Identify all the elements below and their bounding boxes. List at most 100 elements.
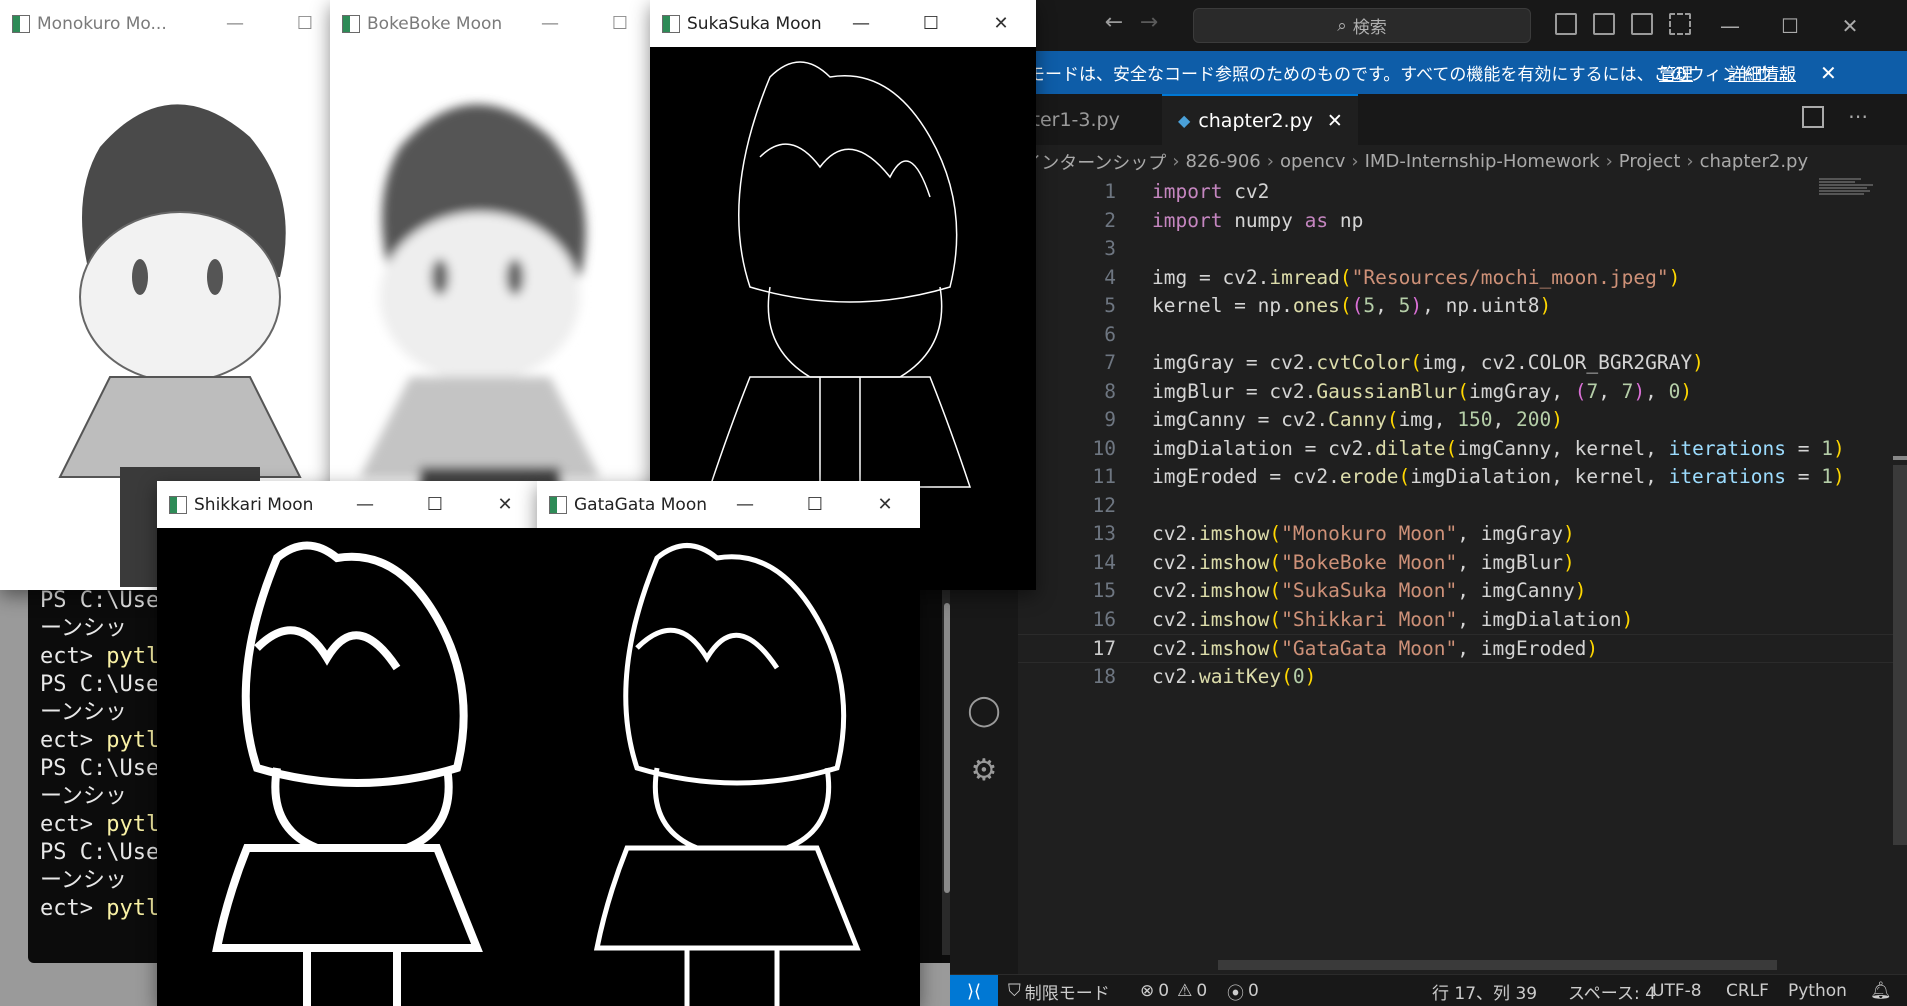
gear-icon[interactable]: ⚙ — [965, 753, 1003, 791]
status-bar: ⟩⟨ ⛉ 制限モード ⊗ 0 ⚠ 0 ⦿ 0 行 17、列 39 スペース: 4… — [950, 974, 1907, 1006]
vscode-window: ☰ ← → ⌕ 検索 — ☐ ✕ モードは、安全なコード参照のためのものです。す… — [950, 0, 1907, 1006]
minimap[interactable] — [1819, 178, 1879, 218]
code-line[interactable]: 8 imgBlur = cv2.GaussianBlur(imgGray, (7,… — [1018, 378, 1907, 407]
code-line[interactable]: 9 imgCanny = cv2.Canny(img, 150, 200) — [1018, 406, 1907, 435]
code-line[interactable]: 13 cv2.imshow("Monokuro Moon", imgGray) — [1018, 520, 1907, 549]
close-button[interactable]: ✕ — [966, 0, 1036, 47]
code-line[interactable]: 15 cv2.imshow("SukaSuka Moon", imgCanny) — [1018, 577, 1907, 606]
breadcrumb-item[interactable]: 826-906 — [1186, 151, 1261, 172]
python-file-icon: ◆ — [1178, 111, 1191, 130]
toggle-primary-sidebar-icon[interactable] — [1555, 13, 1577, 35]
terminal-line: ーンシッ — [40, 868, 127, 893]
notifications-bell-icon[interactable]: 🔔︎ — [1870, 975, 1892, 1006]
code-text: imgDialation = cv2.dilate(imgCanny, kern… — [1152, 436, 1845, 460]
maximize-button[interactable]: ☐ — [896, 0, 966, 47]
split-editor-icon[interactable] — [1802, 106, 1824, 128]
ports-status[interactable]: ⦿ 0 — [1227, 975, 1259, 1006]
banner-close-icon[interactable]: ✕ — [1820, 61, 1837, 85]
window-title: Shikkari Moon — [194, 494, 314, 515]
cursor-position[interactable]: 行 17、列 39 — [1432, 975, 1537, 1006]
breadcrumb-item[interactable]: Project — [1619, 151, 1681, 172]
code-text: import cv2 — [1152, 180, 1270, 203]
editor-vertical-scrollbar[interactable] — [1893, 178, 1907, 974]
breadcrumb: 授業用›インターンシップ›826-906›opencv›IMD-Internsh… — [950, 145, 1907, 178]
window-titlebar[interactable]: BokeBoke Moon — ☐ — [330, 0, 655, 47]
minimize-button[interactable]: — — [710, 481, 780, 528]
window-titlebar[interactable]: SukaSuka Moon — ☐ ✕ — [650, 0, 1036, 47]
tab-close-icon[interactable]: ✕ — [1327, 110, 1343, 132]
restricted-mode-banner: モードは、安全なコード参照のためのものです。すべての機能を有効にするには、このウ… — [950, 51, 1907, 94]
error-count: 0 — [1158, 981, 1170, 1001]
terminal-line: PS C:\Use — [40, 756, 160, 781]
window-titlebar[interactable]: Shikkari Moon — ☐ ✕ — [157, 481, 540, 528]
code-line[interactable]: 17 cv2.imshow("GataGata Moon", imgEroded) — [1018, 634, 1907, 663]
code-text: imgEroded = cv2.erode(imgDialation, kern… — [1152, 465, 1845, 488]
tab-chapter2[interactable]: ◆ chapter2.py ✕ — [1162, 94, 1358, 145]
code-editor[interactable]: 1 import cv2 2 import numpy as np 3 4 img = cv… — [1018, 178, 1907, 974]
code-line[interactable]: 2 import numpy as np — [1018, 207, 1907, 236]
breadcrumb-item[interactable]: opencv — [1280, 151, 1345, 172]
code-line[interactable]: 6 — [1018, 321, 1907, 350]
code-line[interactable]: 3 — [1018, 235, 1907, 264]
line-number: 17 — [1092, 637, 1116, 660]
terminal-line: ect> pytl — [40, 728, 160, 753]
code-text: imgGray = cv2.cvtColor(img, cv2.COLOR_BG… — [1152, 351, 1704, 374]
minimize-button[interactable]: — — [330, 481, 400, 528]
toggle-panel-icon[interactable] — [1593, 13, 1615, 35]
gatagata-window[interactable]: GataGata Moon — ☐ ✕ — [537, 481, 920, 1006]
banner-manage-link[interactable]: 管理 — [1659, 60, 1693, 85]
minimize-button[interactable]: — — [515, 0, 585, 47]
window-titlebar[interactable]: Monokuro Mo... — ☐ — [0, 0, 340, 47]
code-line[interactable]: 10 imgDialation = cv2.dilate(imgCanny, ke… — [1018, 435, 1907, 464]
code-line[interactable]: 16 cv2.imshow("Shikkari Moon", imgDialati… — [1018, 606, 1907, 635]
terminal-line: PS C:\Use — [40, 588, 160, 613]
problems-status[interactable]: ⊗ 0 ⚠ 0 — [1140, 975, 1207, 1006]
forward-arrow-icon[interactable]: → — [1132, 10, 1166, 35]
restricted-mode-status[interactable]: ⛉ 制限モード — [1008, 975, 1110, 1006]
code-line[interactable]: 14 cv2.imshow("BokeBoke Moon", imgBlur) — [1018, 549, 1907, 578]
maximize-button[interactable]: ☐ — [780, 481, 850, 528]
breadcrumb-item[interactable]: インターンシップ — [1023, 149, 1166, 175]
code-text: kernel = np.ones((5, 5), np.uint8) — [1152, 294, 1552, 317]
language-mode-status[interactable]: Python — [1788, 975, 1847, 1006]
close-button[interactable]: ✕ — [850, 481, 920, 528]
back-arrow-icon[interactable]: ← — [1097, 10, 1131, 35]
breadcrumb-item[interactable]: IMD-Internship-Homework — [1365, 151, 1600, 172]
vscode-close-button[interactable]: ✕ — [1815, 0, 1885, 51]
accounts-icon[interactable]: ◯ — [965, 693, 1003, 731]
command-center-search[interactable]: ⌕ 検索 — [1193, 8, 1531, 43]
code-line[interactable]: 18 cv2.waitKey(0) — [1018, 663, 1907, 692]
minimize-button[interactable]: — — [826, 0, 896, 47]
maximize-button[interactable]: ☐ — [400, 481, 470, 528]
line-number: 18 — [1092, 664, 1116, 688]
code-text: cv2.imshow("Monokuro Moon", imgGray) — [1152, 522, 1575, 545]
code-text: cv2.imshow("GataGata Moon", imgEroded) — [1152, 637, 1599, 660]
minimize-button[interactable]: — — [200, 0, 270, 47]
code-line[interactable]: 11 imgEroded = cv2.erode(imgDialation, ke… — [1018, 463, 1907, 492]
code-lines[interactable]: 1 import cv2 2 import numpy as np 3 4 img = cv… — [1018, 178, 1907, 691]
toggle-secondary-sidebar-icon[interactable] — [1631, 13, 1653, 35]
terminal-line: ーンシッ — [40, 784, 127, 809]
encoding-status[interactable]: UTF-8 — [1652, 975, 1702, 1006]
eol-status[interactable]: CRLF — [1726, 975, 1769, 1006]
restricted-mode-label: 制限モード — [1024, 983, 1110, 1004]
remote-indicator-icon[interactable]: ⟩⟨ — [950, 975, 998, 1006]
customize-layout-icon[interactable] — [1669, 13, 1691, 35]
code-line[interactable]: 12 — [1018, 492, 1907, 521]
code-line[interactable]: 1 import cv2 — [1018, 178, 1907, 207]
code-line[interactable]: 4 img = cv2.imread("Resources/mochi_moon.… — [1018, 264, 1907, 293]
window-titlebar[interactable]: GataGata Moon — ☐ ✕ — [537, 481, 920, 528]
banner-details-link[interactable]: 詳細情報 — [1728, 60, 1796, 85]
indentation-status[interactable]: スペース: 4 — [1568, 975, 1656, 1006]
shikkari-window[interactable]: Shikkari Moon — ☐ ✕ — [157, 481, 540, 1006]
editor-horizontal-scrollbar[interactable] — [1218, 960, 1777, 970]
breadcrumb-item[interactable]: chapter2.py — [1700, 151, 1809, 172]
vscode-titlebar: ☰ ← → ⌕ 検索 — ☐ ✕ — [950, 0, 1907, 51]
maximize-button[interactable]: ☐ — [585, 0, 655, 47]
code-line[interactable]: 7 imgGray = cv2.cvtColor(img, cv2.COLOR_B… — [1018, 349, 1907, 378]
code-line[interactable]: 5 kernel = np.ones((5, 5), np.uint8) — [1018, 292, 1907, 321]
chevron-right-icon: › — [1172, 151, 1180, 172]
close-button[interactable]: ✕ — [470, 481, 540, 528]
more-actions-icon[interactable]: ⋯ — [1848, 104, 1868, 128]
dilated-image — [157, 528, 540, 1006]
